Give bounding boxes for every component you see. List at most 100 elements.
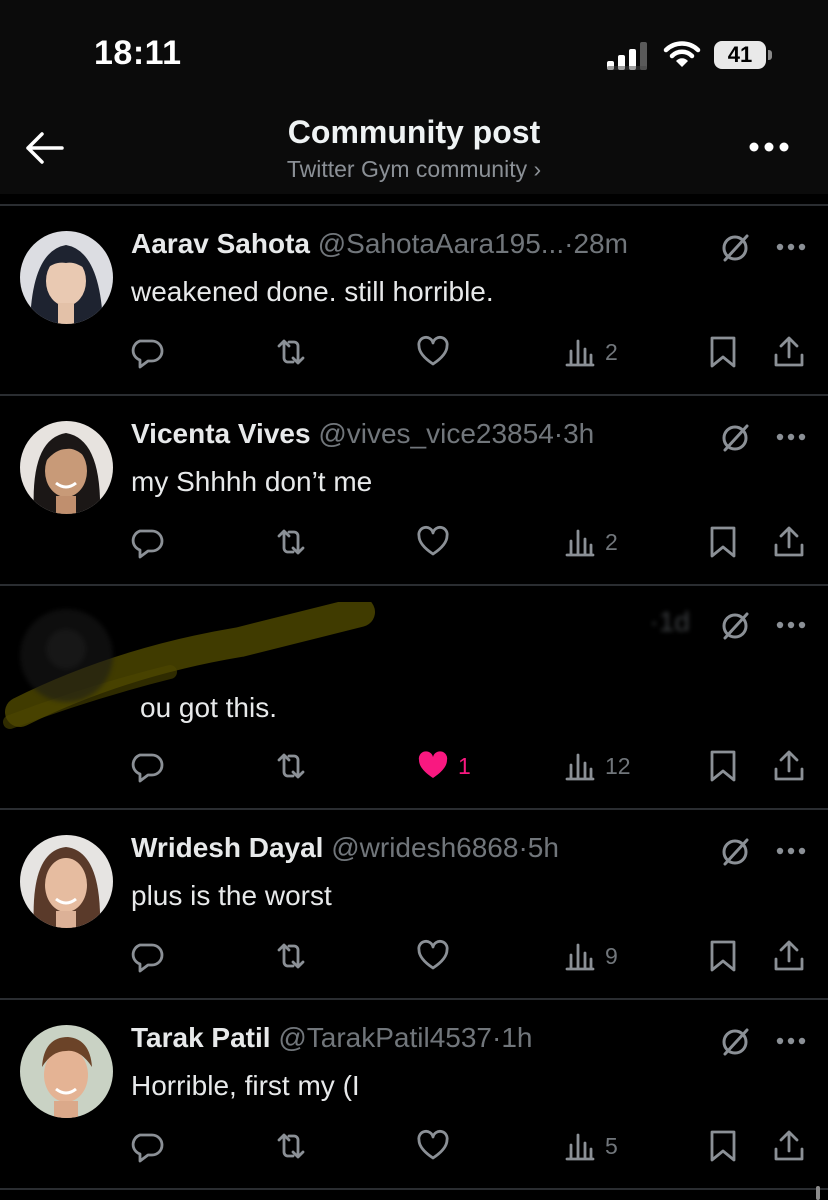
slashed-circle-icon	[722, 424, 749, 452]
avatar[interactable]	[20, 609, 113, 702]
repost-button[interactable]	[274, 330, 308, 374]
views-button[interactable]: 9	[563, 934, 618, 978]
repost-button[interactable]	[274, 934, 308, 978]
repost-button[interactable]	[274, 520, 308, 564]
like-button[interactable]	[416, 330, 458, 374]
scrollbar[interactable]	[816, 1186, 820, 1200]
status-bar: 18:11 41	[0, 0, 828, 108]
share-icon	[774, 336, 804, 367]
bookmark-button[interactable]	[706, 744, 740, 788]
post-more-icon[interactable]	[775, 846, 807, 856]
heart-icon	[417, 525, 449, 556]
share-button[interactable]	[772, 330, 806, 374]
reply-icon	[131, 339, 164, 369]
meta-separator: ·	[649, 606, 659, 637]
avatar[interactable]	[20, 231, 113, 324]
view-count: 12	[605, 752, 631, 779]
repost-button[interactable]	[274, 1124, 308, 1168]
reply-button[interactable]	[130, 330, 164, 374]
post-actions: 9	[0, 934, 828, 978]
post-time: 28m	[573, 228, 628, 259]
community-link[interactable]: Twitter Gym community ›	[0, 156, 828, 183]
like-button[interactable]: 1	[416, 744, 471, 788]
author-name[interactable]: Wridesh Dayal	[131, 832, 323, 863]
author-name[interactable]: Tarak Patil	[131, 1022, 271, 1053]
post-meta: Aarav Sahota @SahotaAara195...·28m	[131, 228, 711, 260]
wifi-icon	[663, 41, 701, 67]
reply-button[interactable]	[130, 520, 164, 564]
post-text: weakened done. still horrible.	[131, 276, 494, 307]
post-text: plus is the worst	[131, 880, 332, 911]
slashed-circle-icon	[722, 612, 749, 640]
author-name[interactable]: Aarav Sahota	[131, 228, 310, 259]
like-button[interactable]	[416, 1124, 458, 1168]
post-text: my Shhhh don’t me	[131, 466, 373, 497]
bookmark-button[interactable]	[706, 330, 740, 374]
bookmark-button[interactable]	[706, 520, 740, 564]
author-handle[interactable]: @TarakPatil4537	[278, 1022, 492, 1053]
like-button[interactable]	[416, 934, 458, 978]
post-more-icon[interactable]	[775, 1036, 807, 1046]
reply-icon	[131, 1133, 164, 1163]
share-button[interactable]	[772, 744, 806, 788]
meta-separator: ·	[518, 832, 528, 863]
avatar[interactable]	[20, 421, 113, 514]
bookmark-icon	[710, 336, 736, 368]
views-button[interactable]: 2	[563, 520, 618, 564]
post-meta: ·1d	[470, 606, 690, 638]
meta-separator: ·	[553, 418, 564, 449]
post-actions: 5	[0, 1124, 828, 1168]
post-time: 1d	[658, 606, 690, 637]
post-meta: Tarak Patil @TarakPatil4537·1h	[131, 1022, 711, 1054]
post-meta: Vicenta Vives @vives_vice23854·3h	[131, 418, 711, 450]
author-handle[interactable]: @SahotaAara195...	[318, 228, 564, 259]
share-icon	[774, 750, 804, 781]
post-more-icon[interactable]	[775, 432, 807, 442]
views-chart-icon	[565, 1133, 595, 1161]
post-more-icon[interactable]	[775, 620, 807, 630]
views-button[interactable]: 2	[563, 330, 618, 374]
reply-button[interactable]	[130, 934, 164, 978]
views-button[interactable]: 12	[563, 744, 631, 788]
post-time: 3h	[563, 418, 595, 449]
bookmark-icon	[710, 1130, 736, 1162]
post-item[interactable]: Vicenta Vives @vives_vice23854·3h my Shh…	[0, 396, 828, 586]
post-text: Horrible, first my (I	[131, 1070, 360, 1101]
views-button[interactable]: 5	[563, 1124, 618, 1168]
repost-icon	[277, 1133, 305, 1159]
avatar[interactable]	[20, 835, 113, 928]
author-handle[interactable]: @vives_vice23854	[318, 418, 553, 449]
bookmark-button[interactable]	[706, 1124, 740, 1168]
heart-icon	[417, 335, 449, 366]
bookmark-icon	[710, 526, 736, 558]
post-item[interactable]: Aarav Sahota @SahotaAara195...·28m weake…	[0, 206, 828, 396]
post-item[interactable]: Tarak Patil @TarakPatil4537·1h Horrible,…	[0, 1000, 828, 1190]
post-more-icon[interactable]	[775, 242, 807, 252]
repost-icon	[277, 339, 305, 365]
repost-button[interactable]	[274, 744, 308, 788]
like-button[interactable]	[416, 520, 458, 564]
post-item[interactable]: ·1d ou got this. 1 12	[0, 584, 828, 810]
bookmark-icon	[710, 750, 736, 782]
share-button[interactable]	[772, 1124, 806, 1168]
repost-icon	[277, 943, 305, 969]
share-button[interactable]	[772, 934, 806, 978]
author-name[interactable]: Vicenta Vives	[131, 418, 311, 449]
post-actions: 1 12	[0, 744, 828, 788]
post-time: 5h	[527, 832, 559, 863]
views-chart-icon	[565, 943, 595, 971]
avatar[interactable]	[20, 1025, 113, 1118]
view-count: 2	[605, 338, 618, 365]
more-horizontal-icon[interactable]	[748, 140, 790, 154]
author-handle[interactable]: @wridesh6868	[331, 832, 518, 863]
reply-button[interactable]	[130, 744, 164, 788]
repost-icon	[277, 529, 305, 555]
view-count: 9	[605, 942, 618, 969]
post-time: 1h	[501, 1022, 533, 1053]
slashed-circle-icon	[722, 838, 749, 866]
reply-button[interactable]	[130, 1124, 164, 1168]
bookmark-button[interactable]	[706, 934, 740, 978]
share-button[interactable]	[772, 520, 806, 564]
post-item[interactable]: Wridesh Dayal @wridesh6868·5h plus is th…	[0, 810, 828, 1000]
heart-icon	[417, 939, 449, 970]
